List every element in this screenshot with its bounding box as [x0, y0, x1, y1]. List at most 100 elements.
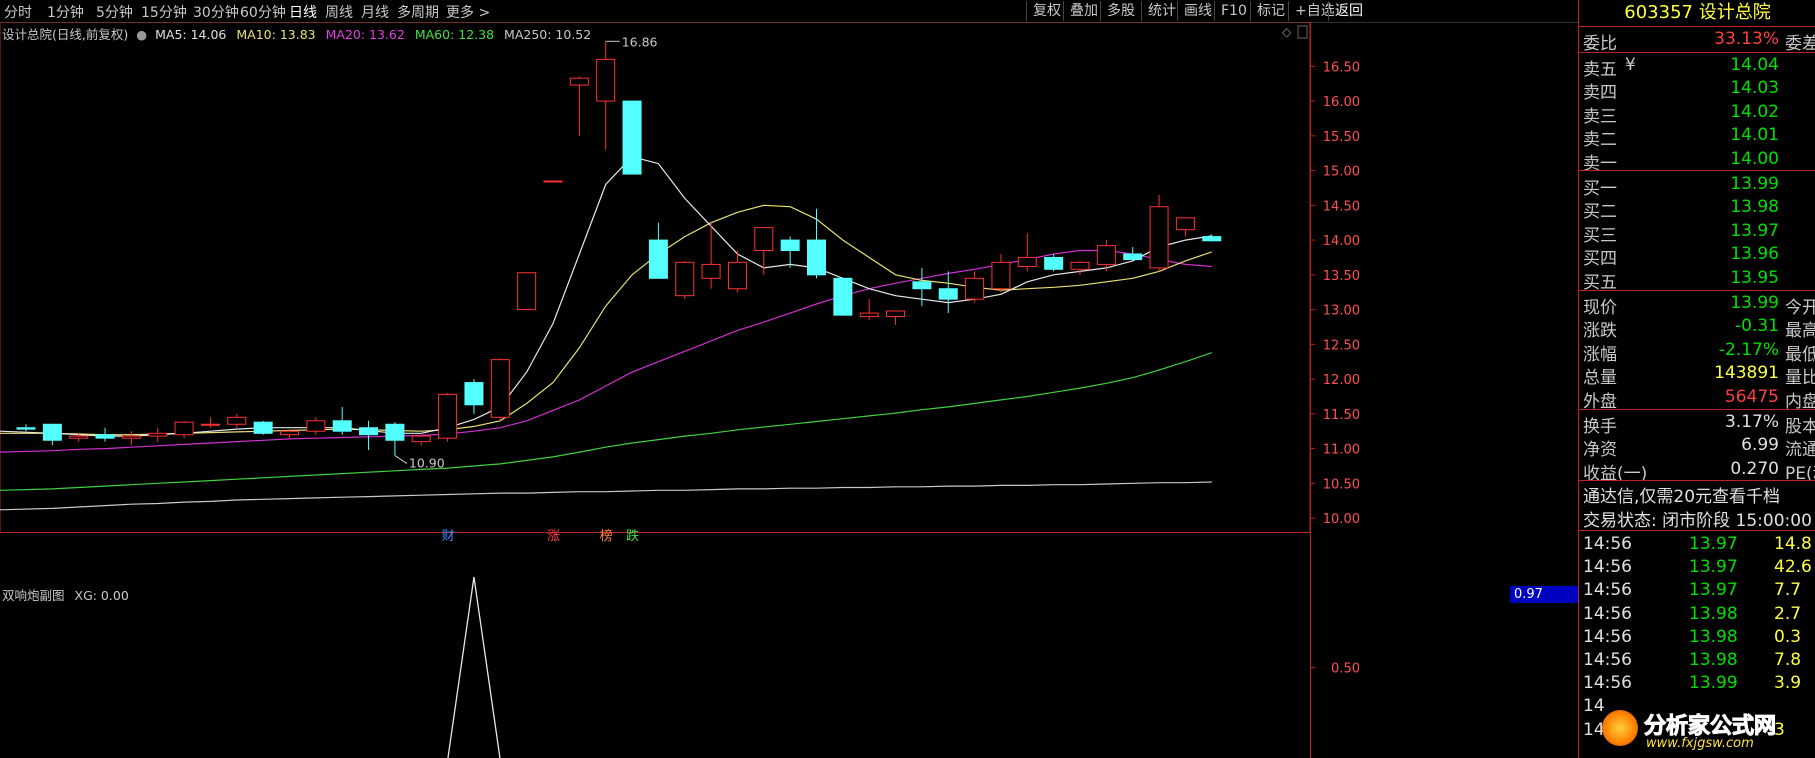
- quote-row-2: 涨幅 -2.17% 最低: [1579, 338, 1815, 365]
- toolbar-button-5[interactable]: F10: [1214, 1, 1253, 21]
- candle-body-3: [95, 434, 115, 439]
- period-tab-1[interactable]: 1分钟: [47, 2, 84, 22]
- candle-body-1: [42, 423, 62, 441]
- tick-volume: 2.7: [1774, 603, 1802, 624]
- fund-row-1: 净资 6.99 流通: [1579, 433, 1815, 460]
- ma10-line: [0, 204, 1212, 436]
- buy-price: 13.97: [1730, 220, 1779, 241]
- period-tab-4[interactable]: 30分钟: [193, 2, 239, 22]
- y-tick-label-8: 12.50: [1323, 338, 1360, 353]
- toolbar-button-3[interactable]: 统计: [1141, 1, 1182, 21]
- tick-row-6: 14:56 13.99 3.9: [1579, 671, 1815, 697]
- toolbar-button-0[interactable]: 复权: [1026, 1, 1067, 21]
- tick-row-1: 14:56 13.97 42.6: [1579, 555, 1815, 581]
- ma60-line: [0, 352, 1212, 491]
- candle-body-20: [543, 180, 563, 183]
- tick-time: 14:56: [1583, 650, 1632, 670]
- period-tab-5[interactable]: 60分钟: [240, 2, 286, 22]
- candle-body-23: [622, 100, 642, 175]
- candle-body-45: [1202, 236, 1222, 242]
- ma250-line: [0, 481, 1212, 511]
- period-tab-8[interactable]: 月线: [361, 2, 389, 22]
- panel-divider: [1579, 480, 1815, 481]
- tick-row-2: 14:56 13.97 7.7: [1579, 578, 1815, 604]
- ma-legend-item-0: MA5: 14.06: [155, 27, 227, 42]
- quote-row-1: 涨跌 -0.31 最高: [1579, 314, 1815, 341]
- ma-legend-item-1: MA10: 13.83: [236, 27, 316, 42]
- buy-row-2: 买三 13.97: [1579, 219, 1815, 246]
- candle-body-27: [727, 261, 747, 290]
- buy-row-4: 买五 13.95: [1579, 266, 1815, 293]
- moving-average-lines: [0, 156, 1212, 511]
- tick-volume: 3.9: [1774, 673, 1802, 694]
- quote-row-4: 外盘 56475 内盘: [1579, 385, 1815, 412]
- buy-price: 13.96: [1730, 244, 1779, 265]
- low-marker: [394, 455, 408, 464]
- y-tick-label-0: 16.50: [1323, 60, 1360, 75]
- y-tick-label-13: 10.00: [1323, 512, 1360, 527]
- panel-divider: [1579, 170, 1815, 171]
- watermark-logo: 分析家公式网 www.fxjgsw.com: [1598, 706, 1815, 758]
- candle-body-36: [965, 277, 985, 300]
- candle-body-21: [569, 77, 589, 86]
- y-tick-label-12: 10.50: [1323, 477, 1360, 492]
- buy-label: 买五: [1583, 272, 1617, 293]
- candle-body-32: [859, 312, 879, 318]
- candle-body-9: [253, 421, 273, 434]
- tick-time: 14:56: [1583, 557, 1632, 578]
- candle-body-43: [1149, 206, 1169, 269]
- period-tab-9[interactable]: 多周期: [397, 2, 439, 22]
- notice-link[interactable]: 通达信,仅需20元查看千档: [1579, 482, 1815, 508]
- candle-body-24: [648, 239, 668, 279]
- toolbar-button-1[interactable]: 叠加: [1063, 1, 1104, 21]
- period-tab-0[interactable]: 分时: [4, 2, 32, 22]
- chart-title: 设计总院(日线,前复权): [2, 27, 129, 42]
- diamond-icon: ◇: [1282, 25, 1292, 39]
- sell-row-1: 卖四 14.03: [1579, 76, 1815, 103]
- kline-chart[interactable]: 16.50 16.00 15.50 15.00 14.50 14.00 13.50 13.00…: [0, 22, 1578, 758]
- candle-body-31: [833, 277, 853, 316]
- event-marker-3: 跌: [626, 528, 639, 544]
- candle-body-16: [438, 393, 458, 439]
- y-tick-label-4: 14.50: [1323, 199, 1360, 214]
- indicator-legend: 双响炮副图 XG: 0.00: [2, 585, 129, 604]
- candle-body-41: [1096, 245, 1116, 265]
- toolbar-button-6[interactable]: 标记: [1250, 1, 1291, 21]
- candle-body-25: [675, 261, 695, 297]
- fund-value: 0.270: [1730, 458, 1779, 479]
- candle-body-22: [596, 58, 616, 102]
- quote-value: 13.99: [1730, 293, 1779, 313]
- tick-time: 14:56: [1583, 534, 1632, 554]
- toolbar-button-8[interactable]: 返回: [1328, 1, 1369, 21]
- period-tab-10[interactable]: 更多 >: [446, 2, 490, 22]
- settings-icon[interactable]: ●: [136, 27, 147, 42]
- low-label: 10.90: [409, 456, 445, 471]
- fund-value: 6.99: [1741, 435, 1779, 456]
- toolbar-button-2[interactable]: 多股: [1100, 1, 1141, 21]
- period-tab-6[interactable]: 日线: [289, 2, 317, 22]
- period-tab-3[interactable]: 15分钟: [141, 2, 187, 22]
- ma-legend-item-2: MA20: 13.62: [325, 27, 405, 42]
- scroll-handle-icon: [1297, 25, 1308, 39]
- candle-body-13: [359, 427, 379, 436]
- candle-body-40: [1070, 261, 1090, 270]
- candle-body-39: [1044, 256, 1064, 270]
- trade-status: 交易状态: 闭市阶段 15:00:00: [1583, 511, 1812, 531]
- period-tab-7[interactable]: 周线: [325, 2, 353, 22]
- tick-row-0: 14:56 13.97 14.8: [1579, 532, 1815, 558]
- tick-price: 13.98: [1689, 650, 1738, 670]
- y-tick-label-6: 13.50: [1323, 269, 1360, 284]
- tick-time: 14:56: [1583, 603, 1632, 624]
- period-tab-2[interactable]: 5分钟: [96, 2, 133, 22]
- tick-price: 13.99: [1689, 673, 1738, 694]
- indicator-current-value: 0.97: [1510, 586, 1580, 603]
- fund-value: 3.17%: [1724, 412, 1779, 432]
- weibi-ext: 委差: [1785, 34, 1815, 54]
- ma5-line: [0, 156, 1212, 437]
- toolbar-button-4[interactable]: 画线: [1177, 1, 1218, 21]
- period-toolbar: 分时 1分钟 5分钟 15分钟 30分钟 60分钟 日线 周线 月线 多周期 更多 > 复权 叠加 多股统…: [0, 0, 1578, 23]
- candle-body-5: [148, 432, 168, 437]
- sell-row-4: 卖一 14.00: [1579, 147, 1815, 174]
- tick-time: 14:56: [1583, 626, 1632, 647]
- candle-body-2: [69, 435, 89, 439]
